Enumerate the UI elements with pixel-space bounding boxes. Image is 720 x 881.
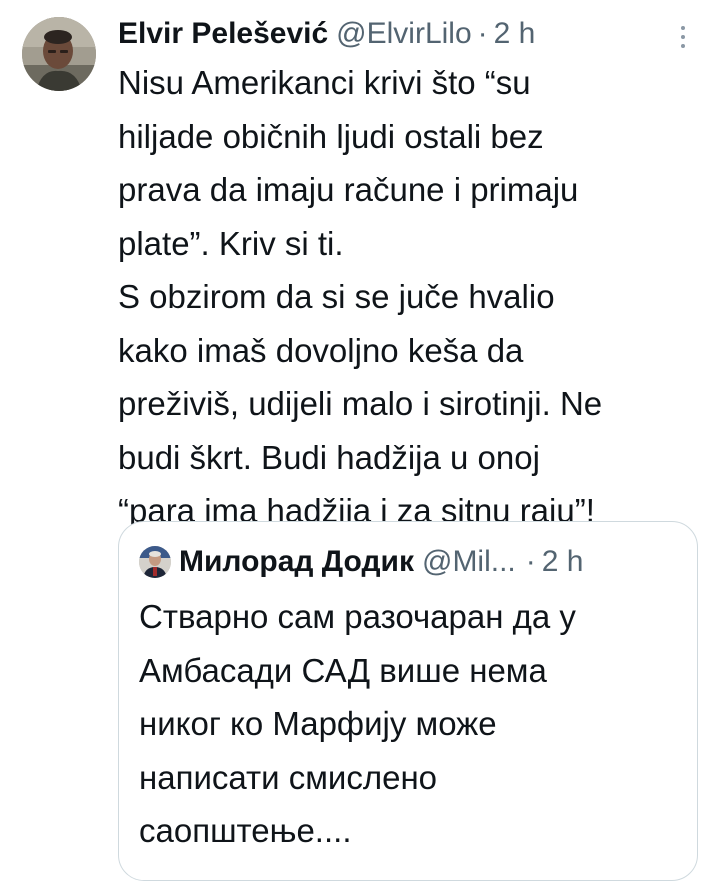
quoted-tweet-header: Милорад Додик @Mil... · 2 h: [139, 542, 583, 582]
quoted-tweet-timestamp[interactable]: 2 h: [542, 545, 584, 579]
author-name[interactable]: Elvir Pelešević: [118, 17, 328, 51]
author-avatar-image: [22, 17, 96, 91]
tweet-text-line: hiljade običnih ljudi ostali bez: [118, 117, 544, 155]
quoted-tweet[interactable]: Милорад Додик @Mil... · 2 h Стварно сам …: [118, 521, 698, 881]
quoted-text-line: Стварно сам разочаран да у: [139, 598, 576, 635]
quoted-author-avatar-image: [139, 546, 171, 578]
quoted-tweet-text: Стварно сам разочаран да у Амбасади САД …: [139, 590, 684, 858]
quoted-text-line: Амбасади САД више нема: [139, 651, 547, 689]
tweet[interactable]: Elvir Pelešević @ElvirLilo · 2 h Nisu Am…: [0, 0, 720, 881]
author-handle[interactable]: @ElvirLilo: [336, 17, 471, 51]
tweet-text-line: S obzirom da si se juče hvalio: [118, 278, 555, 315]
tweet-text-line: plate”. Kriv si ti.: [118, 224, 344, 262]
tweet-timestamp[interactable]: 2 h: [494, 17, 536, 51]
quoted-author-handle[interactable]: @Mil...: [422, 545, 516, 579]
tweet-header: Elvir Pelešević @ElvirLilo · 2 h: [118, 14, 535, 54]
quoted-author-name[interactable]: Милорад Додик: [179, 545, 414, 579]
quoted-separator-dot: ·: [525, 545, 536, 578]
quoted-author-avatar: [139, 546, 171, 578]
tweet-text-line: budi škrt. Budi hadžija u onoj: [118, 438, 540, 476]
tweet-text-line: kako imaš dovoljno keša da: [118, 331, 524, 369]
tweet-text-line: prava da imaju račune i primaju: [118, 171, 579, 208]
tweet-text-line: Nisu Amerikanci krivi što “su: [118, 64, 531, 101]
author-avatar[interactable]: [22, 17, 96, 91]
separator-dot: ·: [477, 17, 488, 50]
quoted-text-line: саопштење....: [139, 812, 352, 849]
quoted-text-line: никог ко Марфију може: [139, 705, 497, 742]
tweet-text-line: preživiš, udijeli malo i sirotinji. Ne: [118, 385, 603, 422]
quoted-text-line: написати смислено: [139, 758, 438, 796]
more-vertical-icon[interactable]: [676, 26, 690, 48]
tweet-text: Nisu Amerikanci krivi što “su hiljade ob…: [118, 56, 713, 538]
